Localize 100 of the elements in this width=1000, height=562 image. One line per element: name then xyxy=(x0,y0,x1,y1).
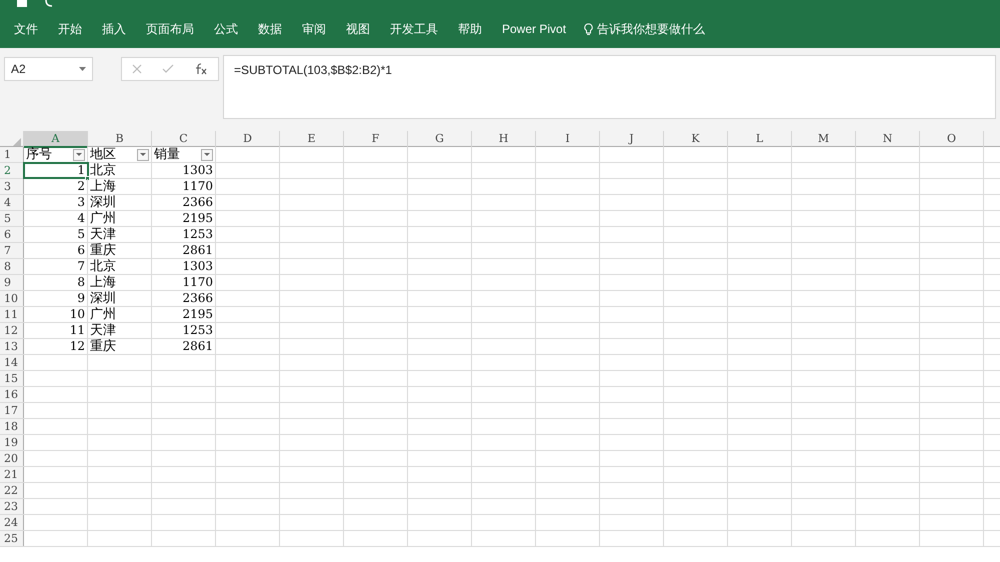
row-header[interactable]: 6 xyxy=(0,227,24,242)
column-header[interactable]: G xyxy=(408,131,472,148)
filter-button[interactable] xyxy=(137,148,149,160)
column-header[interactable]: I xyxy=(536,131,600,148)
formula-bar[interactable]: =SUBTOTAL(103,$B$2:B2)*1 xyxy=(223,55,996,119)
row-header[interactable]: 25 xyxy=(0,531,24,546)
row-header[interactable]: 21 xyxy=(0,467,24,482)
row-header[interactable]: 15 xyxy=(0,371,24,386)
cell-value: 北京 xyxy=(90,163,116,178)
dropdown-arrow-icon xyxy=(204,153,210,156)
ribbon-tab[interactable]: 开发工具 xyxy=(380,20,448,38)
row-header[interactable]: 19 xyxy=(0,435,24,450)
cell-value: 4 xyxy=(77,211,85,225)
row-header[interactable]: 5 xyxy=(0,211,24,226)
row-header[interactable]: 23 xyxy=(0,499,24,514)
row-header[interactable]: 9 xyxy=(0,275,24,290)
row-header[interactable]: 8 xyxy=(0,259,24,274)
cell-value: 2366 xyxy=(182,195,213,209)
column-header[interactable]: F xyxy=(344,131,408,148)
column-header[interactable]: E xyxy=(280,131,344,148)
row-header[interactable]: 2 xyxy=(0,163,24,178)
cell-value: 9 xyxy=(77,291,85,305)
row-header[interactable]: 14 xyxy=(0,355,24,370)
cell-value: 1303 xyxy=(182,259,213,273)
cell-value: 1253 xyxy=(182,227,213,241)
column-header[interactable]: M xyxy=(792,131,856,148)
column-header[interactable]: D xyxy=(216,131,280,148)
row-header[interactable]: 16 xyxy=(0,387,24,402)
tell-me-search[interactable]: 告诉我你想要做什么 xyxy=(576,20,714,38)
row-header[interactable]: 22 xyxy=(0,483,24,498)
ribbon-tab[interactable]: 开始 xyxy=(48,20,92,38)
column-header[interactable]: J xyxy=(600,131,664,148)
column-header[interactable]: B xyxy=(88,131,152,148)
row-header[interactable]: 20 xyxy=(0,451,24,466)
row-header[interactable]: 4 xyxy=(0,195,24,210)
enter-check-icon[interactable] xyxy=(162,64,174,74)
column-header[interactable]: O xyxy=(920,131,984,148)
cell-value: 3 xyxy=(77,195,85,209)
ribbon-tab[interactable]: 审阅 xyxy=(292,20,336,38)
cell-value: 2195 xyxy=(182,211,213,225)
cell-value: 北京 xyxy=(90,259,116,274)
cell-value: 11 xyxy=(70,323,85,337)
cell-value: 深圳 xyxy=(90,291,116,306)
row-header[interactable]: 11 xyxy=(0,307,24,322)
ribbon-tab[interactable]: 视图 xyxy=(336,20,380,38)
ribbon-tab[interactable]: 文件 xyxy=(4,20,48,38)
cell-value: 5 xyxy=(77,227,85,241)
ribbon-tab[interactable]: 页面布局 xyxy=(136,20,204,38)
cell-value: 重庆 xyxy=(90,243,116,258)
ribbon-tab[interactable]: 帮助 xyxy=(448,20,492,38)
cell-value: 2366 xyxy=(182,291,213,305)
row-header[interactable]: 10 xyxy=(0,291,24,306)
ribbon-tab[interactable]: Power Pivot xyxy=(492,20,576,38)
cell-value: 1253 xyxy=(182,323,213,337)
ribbon-tab[interactable]: 公式 xyxy=(204,20,248,38)
cell-value: 12 xyxy=(70,339,85,353)
filter-button[interactable] xyxy=(201,148,213,160)
cell-value: 广州 xyxy=(90,307,116,322)
row-header[interactable]: 3 xyxy=(0,179,24,194)
row-header[interactable]: 17 xyxy=(0,403,24,418)
cell-value: 重庆 xyxy=(90,339,116,354)
column-header[interactable]: H xyxy=(472,131,536,148)
fill-handle[interactable] xyxy=(85,176,90,181)
cell-value: 1170 xyxy=(182,275,213,289)
lightbulb-icon xyxy=(584,22,594,36)
cell-value: 上海 xyxy=(90,179,116,194)
column-title: 序号 xyxy=(26,147,52,162)
cell-value: 7 xyxy=(77,259,85,273)
name-box[interactable]: A2 xyxy=(4,57,93,81)
cell-value: 6 xyxy=(77,243,85,257)
row-header[interactable]: 12 xyxy=(0,323,24,338)
row-header[interactable]: 7 xyxy=(0,243,24,258)
cell-value: 天津 xyxy=(90,227,116,242)
insert-function-icon[interactable] xyxy=(194,63,208,75)
cell-value: 天津 xyxy=(90,323,116,338)
cell-value: 2861 xyxy=(182,339,213,353)
cell-value: 10 xyxy=(70,307,85,321)
row-header[interactable]: 1 xyxy=(0,147,24,162)
cell-value: 2 xyxy=(77,179,85,193)
cell-value: 1 xyxy=(77,163,85,177)
row-header[interactable]: 18 xyxy=(0,419,24,434)
column-title: 地区 xyxy=(90,147,116,162)
column-title: 销量 xyxy=(154,147,180,162)
column-header[interactable]: K xyxy=(664,131,728,148)
cell-value: 2195 xyxy=(182,307,213,321)
dropdown-arrow-icon xyxy=(140,153,146,156)
column-header[interactable]: L xyxy=(728,131,792,148)
ribbon-tab[interactable]: 插入 xyxy=(92,20,136,38)
filter-button[interactable] xyxy=(73,148,85,160)
row-header[interactable]: 13 xyxy=(0,339,24,354)
column-header[interactable]: N xyxy=(856,131,920,148)
dropdown-arrow-icon xyxy=(76,153,82,156)
column-header[interactable]: A xyxy=(24,131,88,148)
cell-value: 1303 xyxy=(182,163,213,177)
cell-value: 8 xyxy=(77,275,85,289)
cell-value: 上海 xyxy=(90,275,116,290)
cell-value: 广州 xyxy=(90,211,116,226)
row-header[interactable]: 24 xyxy=(0,515,24,530)
ribbon-tab[interactable]: 数据 xyxy=(248,20,292,38)
column-header[interactable]: C xyxy=(152,131,216,148)
